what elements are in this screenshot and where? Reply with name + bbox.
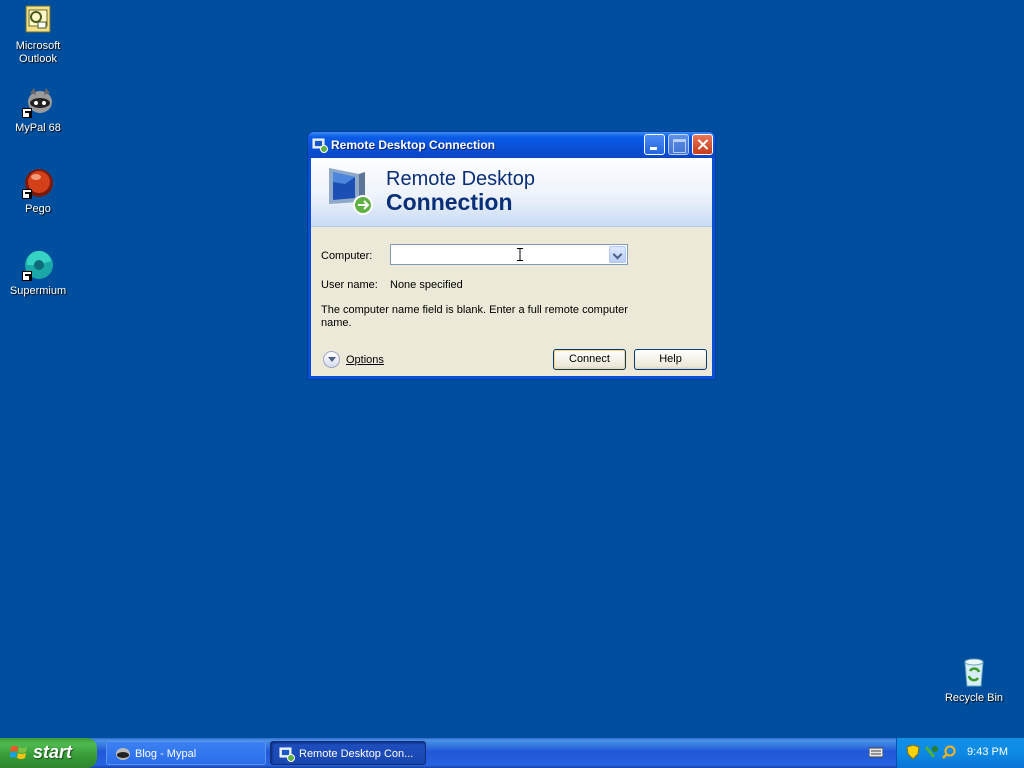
shortcut-arrow-icon — [22, 189, 32, 199]
banner-title-line1: Remote Desktop — [386, 168, 535, 190]
desktop-icon-label: Recycle Bin — [944, 692, 1004, 704]
supermium-icon — [22, 249, 54, 281]
start-button[interactable]: start — [0, 738, 97, 768]
outlook-icon — [22, 4, 54, 36]
taskbar-item-label: Remote Desktop Con... — [299, 748, 414, 760]
remote-desktop-window: Remote Desktop Connection Remote Desktop… — [307, 131, 716, 380]
window-title: Remote Desktop Connection — [331, 138, 496, 152]
desktop-icon-outlook[interactable]: Microsoft Outlook — [0, 4, 76, 66]
remote-desktop-icon — [312, 137, 328, 153]
computer-combobox[interactable] — [390, 244, 628, 265]
desktop-icon-label: MyPal 68 — [15, 122, 61, 134]
maximize-button[interactable] — [668, 134, 689, 155]
taskbar-item-label: Blog - Mypal — [135, 748, 197, 760]
ibeam-cursor-icon — [517, 248, 523, 261]
taskbar-item-remote-desktop[interactable]: Remote Desktop Con... — [270, 741, 426, 765]
desktop-icon-label: Supermium — [9, 285, 67, 297]
clock[interactable]: 9:43 PM — [967, 746, 1008, 758]
shortcut-arrow-icon — [22, 271, 32, 281]
start-label: start — [33, 742, 73, 762]
status-message: The computer name field is blank. Enter … — [321, 304, 628, 329]
desktop-icon-recycle-bin[interactable]: Recycle Bin — [936, 656, 1012, 705]
keyboard-icon[interactable] — [868, 745, 884, 759]
chevron-down-icon[interactable] — [609, 246, 626, 263]
pego-icon — [22, 167, 54, 199]
window-titlebar[interactable]: Remote Desktop Connection — [308, 132, 715, 158]
security-shield-icon[interactable] — [906, 744, 920, 760]
desktop-icon-mypal[interactable]: MyPal 68 — [0, 86, 76, 135]
header-banner: Remote Desktop Connection — [311, 158, 712, 227]
taskbar-item-blog[interactable]: Blog - Mypal — [106, 741, 266, 765]
desktop-icon-label: Outlook — [19, 53, 57, 65]
network-icon[interactable] — [924, 745, 938, 759]
options-expand-icon[interactable] — [323, 351, 340, 368]
search-icon[interactable] — [942, 745, 956, 759]
recycle-bin-icon — [958, 656, 990, 688]
raccoon-icon — [22, 86, 54, 118]
remote-desktop-icon — [279, 746, 295, 762]
windows-logo-icon — [9, 745, 28, 761]
options-button[interactable]: Options — [346, 354, 384, 366]
close-button[interactable] — [692, 134, 713, 155]
username-label: User name: — [321, 279, 378, 291]
computer-label: Computer: — [321, 250, 373, 262]
window-client-area: Remote Desktop Connection Computer: User… — [311, 158, 712, 376]
banner-title-line2: Connection — [386, 189, 513, 215]
system-tray: 9:43 PM — [896, 738, 1024, 768]
desktop-icon-pego[interactable]: Pego — [0, 167, 76, 216]
desktop-icon-supermium[interactable]: Supermium — [0, 249, 76, 298]
username-value: None specified — [390, 279, 463, 291]
shortcut-arrow-icon — [22, 108, 32, 118]
minimize-button[interactable] — [644, 134, 665, 155]
desktop-icon-label: Microsoft — [15, 40, 61, 52]
help-button[interactable]: Help — [634, 349, 707, 370]
monitor-icon — [325, 164, 377, 216]
taskbar: start Blog - Mypal Remote Desktop Con... — [0, 738, 1024, 768]
desktop-icon-label: Pego — [25, 203, 51, 215]
raccoon-icon — [115, 746, 131, 762]
connect-button[interactable]: Connect — [553, 349, 626, 370]
